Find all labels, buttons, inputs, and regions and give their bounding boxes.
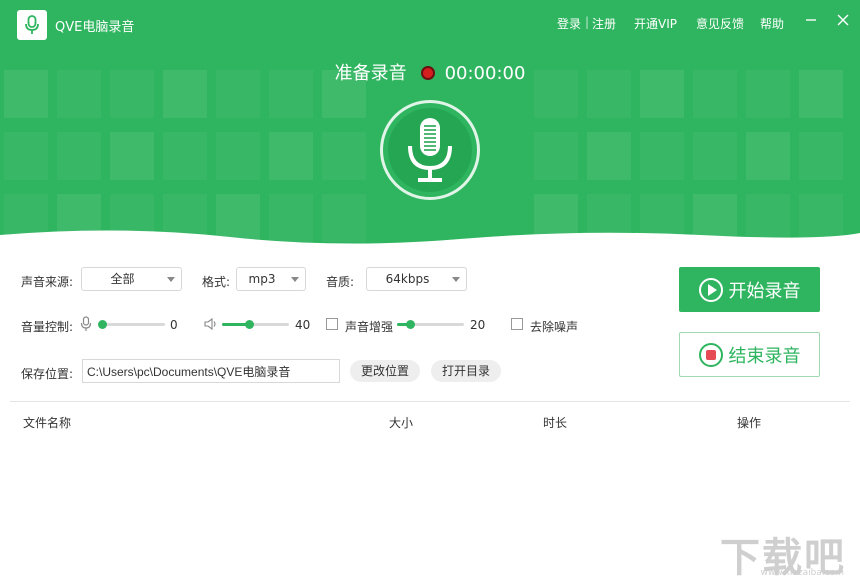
decorative-tile — [163, 132, 207, 180]
play-icon — [698, 277, 723, 302]
app-title: QVE电脑录音 — [55, 20, 135, 35]
record-timer: 00:00:00 — [444, 63, 526, 84]
format-label: 格式: — [202, 275, 231, 289]
column-header-filename: 文件名称 — [23, 416, 72, 430]
speaker-volume-value: 40 — [295, 318, 311, 332]
source-select[interactable]: 全部 — [81, 267, 182, 291]
chevron-down-icon — [291, 277, 299, 282]
feedback-link[interactable]: 意见反馈 — [696, 15, 744, 32]
chevron-down-icon — [452, 277, 460, 282]
enhance-slider[interactable] — [397, 320, 464, 329]
quality-label: 音质: — [326, 275, 355, 289]
stop-icon — [698, 342, 723, 367]
header-banner: QVE电脑录音 登录 | 注册 开通VIP 意见反馈 帮助 准备录音 00:00:… — [0, 0, 860, 260]
recording-status: 准备录音 00:00:00 — [0, 59, 860, 85]
app-logo — [17, 10, 47, 40]
decorative-tile — [693, 132, 737, 180]
decorative-tile — [216, 132, 260, 180]
enhance-handle[interactable] — [406, 320, 416, 329]
close-button[interactable] — [834, 12, 852, 30]
microphone-icon — [408, 118, 452, 182]
status-text: 准备录音 — [334, 63, 407, 84]
microphone-icon — [25, 15, 39, 34]
format-select[interactable]: mp3 — [236, 267, 306, 291]
column-header-size: 大小 — [389, 416, 414, 430]
enhance-checkbox[interactable] — [326, 318, 338, 330]
mic-volume-value: 0 — [170, 318, 178, 332]
quality-value: 64kbps — [385, 272, 430, 286]
minimize-icon — [806, 19, 816, 21]
chevron-down-icon — [167, 277, 175, 282]
volume-label: 音量控制: — [21, 320, 74, 334]
decorative-tile — [269, 132, 313, 180]
enhance-value: 20 — [470, 318, 486, 332]
stop-recording-label: 结束录音 — [728, 345, 801, 367]
nav-separator: | — [585, 15, 590, 29]
record-dot-icon — [420, 65, 435, 80]
watermark-url: www.xiazaiba.com — [760, 568, 844, 578]
decorative-tile — [57, 132, 101, 180]
decorative-tile — [799, 132, 843, 180]
decorative-tile — [640, 132, 684, 180]
enhance-label: 声音增强 — [345, 320, 394, 334]
denoise-checkbox[interactable] — [511, 318, 523, 330]
decorative-tile — [4, 132, 48, 180]
decorative-tile — [746, 132, 790, 180]
table-divider — [10, 401, 850, 402]
quality-select[interactable]: 64kbps — [366, 267, 467, 291]
login-link[interactable]: 登录 — [557, 15, 581, 32]
header-wave — [0, 230, 860, 260]
mic-visual — [380, 100, 480, 200]
speaker-volume-slider[interactable] — [222, 320, 289, 329]
start-recording-button[interactable]: 开始录音 — [679, 267, 820, 312]
microphone-icon — [80, 316, 92, 331]
help-link[interactable]: 帮助 — [760, 15, 784, 32]
decorative-tile — [110, 132, 154, 180]
column-header-duration: 时长 — [543, 416, 568, 430]
change-location-button[interactable]: 更改位置 — [350, 360, 420, 382]
decorative-tile — [534, 132, 578, 180]
speaker-volume-handle[interactable] — [244, 320, 254, 329]
vip-link[interactable]: 开通VIP — [634, 15, 677, 32]
denoise-label: 去除噪声 — [530, 320, 579, 334]
mic-volume-handle[interactable] — [98, 320, 107, 329]
mic-volume-slider[interactable] — [98, 320, 165, 329]
stop-recording-button[interactable]: 结束录音 — [679, 332, 820, 377]
close-icon — [837, 14, 849, 26]
source-label: 声音来源: — [21, 275, 74, 289]
source-value: 全部 — [110, 272, 135, 286]
decorative-tile — [322, 132, 366, 180]
column-header-actions: 操作 — [737, 416, 762, 430]
minimize-button[interactable] — [802, 12, 820, 30]
save-location-label: 保存位置: — [21, 367, 74, 381]
save-path-field[interactable] — [82, 359, 340, 383]
decorative-tile — [587, 132, 631, 180]
register-link[interactable]: 注册 — [592, 15, 616, 32]
speaker-icon — [204, 317, 216, 331]
format-value: mp3 — [248, 272, 276, 286]
start-recording-label: 开始录音 — [728, 280, 801, 302]
open-folder-button[interactable]: 打开目录 — [431, 360, 501, 382]
